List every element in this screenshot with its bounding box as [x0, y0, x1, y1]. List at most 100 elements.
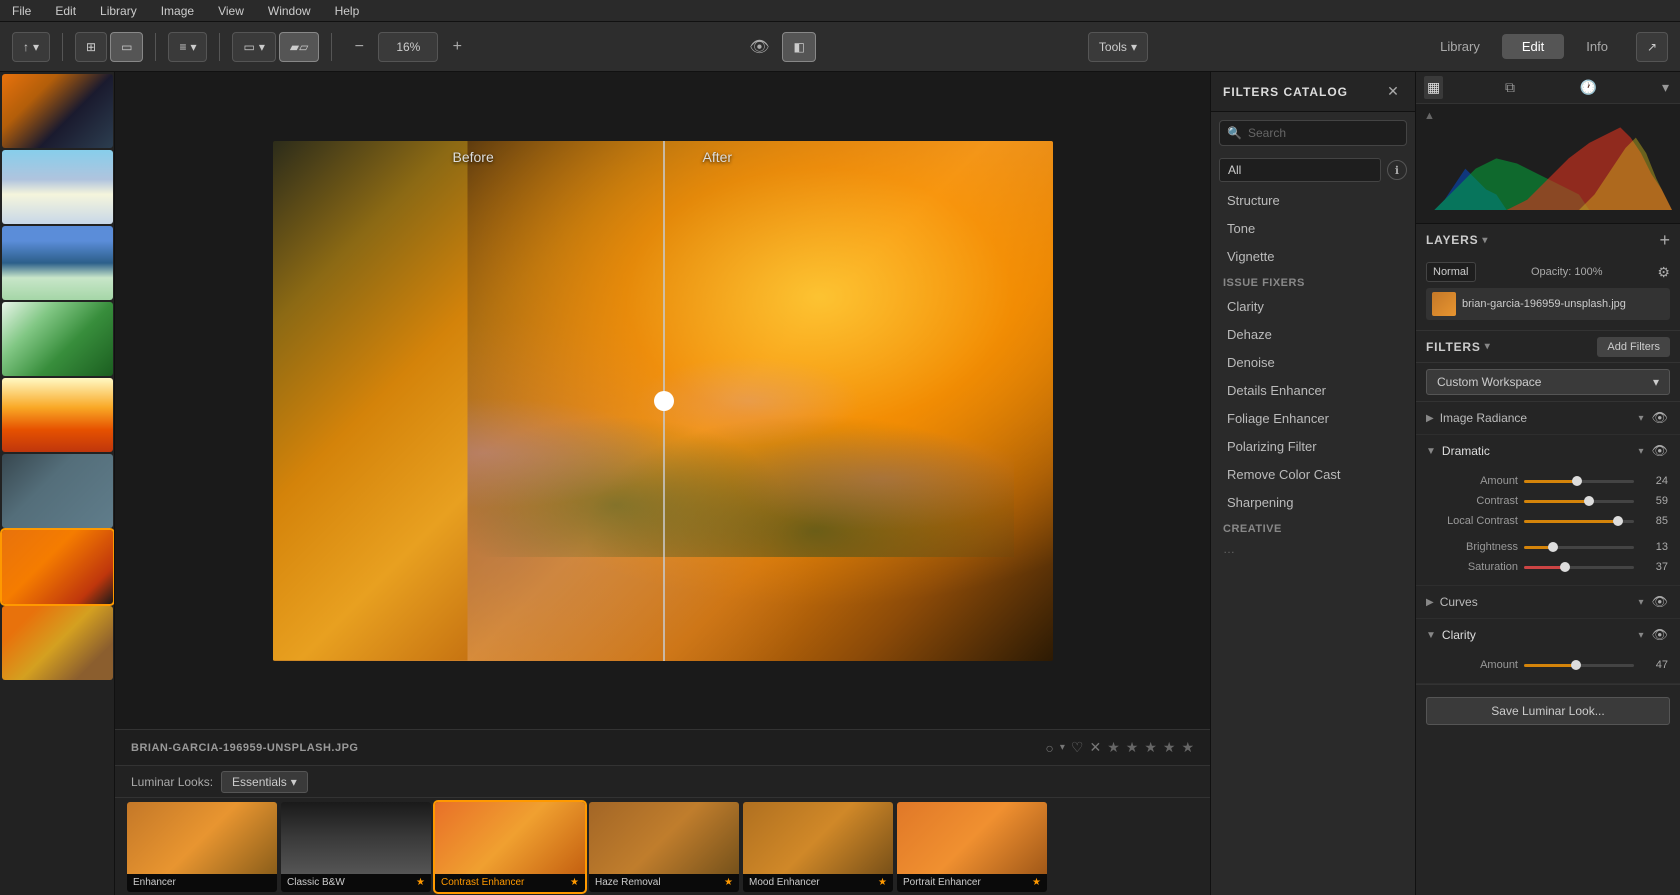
catalog-close-button[interactable]: ✕ [1383, 82, 1403, 102]
heart-icon[interactable]: ♡ [1071, 739, 1084, 756]
catalog-item-tone[interactable]: Tone [1215, 215, 1411, 242]
menu-file[interactable]: File [8, 2, 35, 20]
menu-library[interactable]: Library [96, 2, 141, 20]
slider-brightness-thumb[interactable] [1548, 542, 1558, 552]
layer-gear-button[interactable]: ⚙ [1657, 264, 1670, 281]
slider-contrast-track[interactable] [1524, 500, 1634, 503]
add-filters-button[interactable]: Add Filters [1597, 337, 1670, 357]
catalog-search-input[interactable] [1219, 120, 1407, 146]
slider-saturation-thumb[interactable] [1560, 562, 1570, 572]
grid-view-button[interactable]: ⊞ [75, 32, 107, 62]
clarity-header[interactable]: ▼ Clarity ▾ 👁 [1416, 619, 1680, 651]
filmstrip-item-1[interactable] [2, 74, 113, 148]
save-look-button[interactable]: Save Luminar Look... [1426, 697, 1670, 725]
slider-clarity-amount-fill [1524, 664, 1576, 667]
catalog-item-polarizing-filter[interactable]: Polarizing Filter [1215, 433, 1411, 460]
dropdown-icon-btn[interactable]: ▾ [1659, 76, 1672, 99]
menu-view[interactable]: View [214, 2, 248, 20]
catalog-item-sharpening[interactable]: Sharpening [1215, 489, 1411, 516]
look-item-3[interactable]: Haze Removal ★ [589, 802, 739, 892]
look-name-3: Haze Removal [595, 877, 661, 888]
slider-amount-thumb[interactable] [1572, 476, 1582, 486]
menu-window[interactable]: Window [264, 2, 315, 20]
catalog-item-details-enhancer[interactable]: Details Enhancer [1215, 377, 1411, 404]
filmstrip-item-7[interactable] [2, 530, 113, 604]
look-item-2[interactable]: Contrast Enhancer ★ [435, 802, 585, 892]
look-item-1[interactable]: Classic B&W ★ [281, 802, 431, 892]
catalog-item-remove-color-cast[interactable]: Remove Color Cast [1215, 461, 1411, 488]
menu-edit[interactable]: Edit [51, 2, 80, 20]
catalog-item-clarity[interactable]: Clarity [1215, 293, 1411, 320]
grid-icon: ⊞ [86, 40, 96, 54]
star-1[interactable]: ★ [1107, 739, 1120, 756]
dramatic-visibility[interactable]: 👁 [1649, 441, 1670, 461]
before-after-toggle[interactable]: ◧ [782, 32, 815, 62]
slider-saturation-track[interactable] [1524, 566, 1634, 569]
star-2[interactable]: ★ [1126, 739, 1139, 756]
tools-button[interactable]: Tools ▾ [1088, 32, 1148, 62]
catalog-item-vignette[interactable]: Vignette [1215, 243, 1411, 270]
filmstrip-item-4[interactable] [2, 302, 113, 376]
image-radiance-visibility[interactable]: 👁 [1649, 408, 1670, 428]
export-button[interactable]: ↑ ▾ [12, 32, 50, 62]
filmstrip-item-2[interactable] [2, 150, 113, 224]
filmstrip-item-8[interactable] [2, 606, 113, 680]
slider-local-contrast-thumb[interactable] [1613, 516, 1623, 526]
filmstrip-item-3[interactable] [2, 226, 113, 300]
slider-brightness-track[interactable] [1524, 546, 1634, 549]
catalog-item-dehaze[interactable]: Dehaze [1215, 321, 1411, 348]
layer-item-main[interactable]: brian-garcia-196959-unsplash.jpg [1426, 288, 1670, 320]
share-button[interactable]: ↗ [1636, 32, 1668, 62]
layers-header[interactable]: LAYERS ▾ + [1416, 224, 1680, 256]
zoom-in-button[interactable]: + [442, 32, 472, 62]
slider-clarity-amount-thumb[interactable] [1571, 660, 1581, 670]
catalog-item-foliage-enhancer[interactable]: Foliage Enhancer [1215, 405, 1411, 432]
zoom-out-button[interactable]: − [344, 32, 374, 62]
slider-amount-track[interactable] [1524, 480, 1634, 483]
slider-clarity-amount-track[interactable] [1524, 664, 1634, 667]
layout-button[interactable]: ▭ ▾ [232, 32, 275, 62]
sort-button[interactable]: ≡ ▾ [168, 32, 207, 62]
reject-icon[interactable]: ✕ [1089, 739, 1101, 756]
look-item-5[interactable]: Portrait Enhancer ★ [897, 802, 1047, 892]
compare-button[interactable]: ▰▱ [279, 32, 319, 62]
catalog-item-structure[interactable]: Structure [1215, 187, 1411, 214]
histogram-arrow[interactable]: ▲ [1424, 110, 1435, 122]
filmstrip-item-6[interactable] [2, 454, 113, 528]
workspace-button[interactable]: Custom Workspace ▾ [1426, 369, 1670, 395]
slider-local-contrast-track[interactable] [1524, 520, 1634, 523]
clock-icon-btn[interactable]: 🕐 [1577, 76, 1600, 99]
tab-library[interactable]: Library [1420, 34, 1500, 59]
clarity-visibility[interactable]: 👁 [1649, 625, 1670, 645]
histogram-icon-btn[interactable]: ▦ [1424, 76, 1443, 99]
flag-icon[interactable]: ○ [1045, 740, 1053, 756]
star-3[interactable]: ★ [1144, 739, 1157, 756]
layers-icon-btn[interactable]: ⧉ [1502, 76, 1518, 99]
looks-category-selector[interactable]: Essentials ▾ [221, 771, 308, 793]
look-item-0[interactable]: Enhancer [127, 802, 277, 892]
divider-handle[interactable] [654, 391, 674, 411]
single-view-button[interactable]: ▭ [110, 32, 143, 62]
add-layer-button[interactable]: + [1659, 231, 1670, 249]
tab-edit[interactable]: Edit [1502, 34, 1564, 59]
view-overlay-button[interactable]: 👁 [744, 32, 774, 62]
catalog-filter-select[interactable]: All [1219, 158, 1381, 182]
curves-header[interactable]: ▶ Curves ▾ 👁 [1416, 586, 1680, 618]
tab-info[interactable]: Info [1566, 34, 1628, 59]
slider-contrast-thumb[interactable] [1584, 496, 1594, 506]
star-4[interactable]: ★ [1163, 739, 1176, 756]
catalog-info-button[interactable]: ℹ [1387, 160, 1407, 180]
curves-visibility[interactable]: 👁 [1649, 592, 1670, 612]
menu-image[interactable]: Image [157, 2, 198, 20]
slider-amount-value: 24 [1640, 475, 1668, 487]
catalog-item-denoise[interactable]: Denoise [1215, 349, 1411, 376]
star-5[interactable]: ★ [1181, 739, 1194, 756]
menu-help[interactable]: Help [331, 2, 364, 20]
divider-line[interactable] [663, 141, 665, 661]
image-radiance-header[interactable]: ▶ Image Radiance ▾ 👁 [1416, 402, 1680, 434]
dramatic-header[interactable]: ▼ Dramatic ▾ 👁 [1416, 435, 1680, 467]
filmstrip-item-5[interactable] [2, 378, 113, 452]
look-item-4[interactable]: Mood Enhancer ★ [743, 802, 893, 892]
filters-title[interactable]: FILTERS ▾ [1426, 340, 1491, 354]
blend-mode-select[interactable]: Normal [1426, 262, 1476, 282]
